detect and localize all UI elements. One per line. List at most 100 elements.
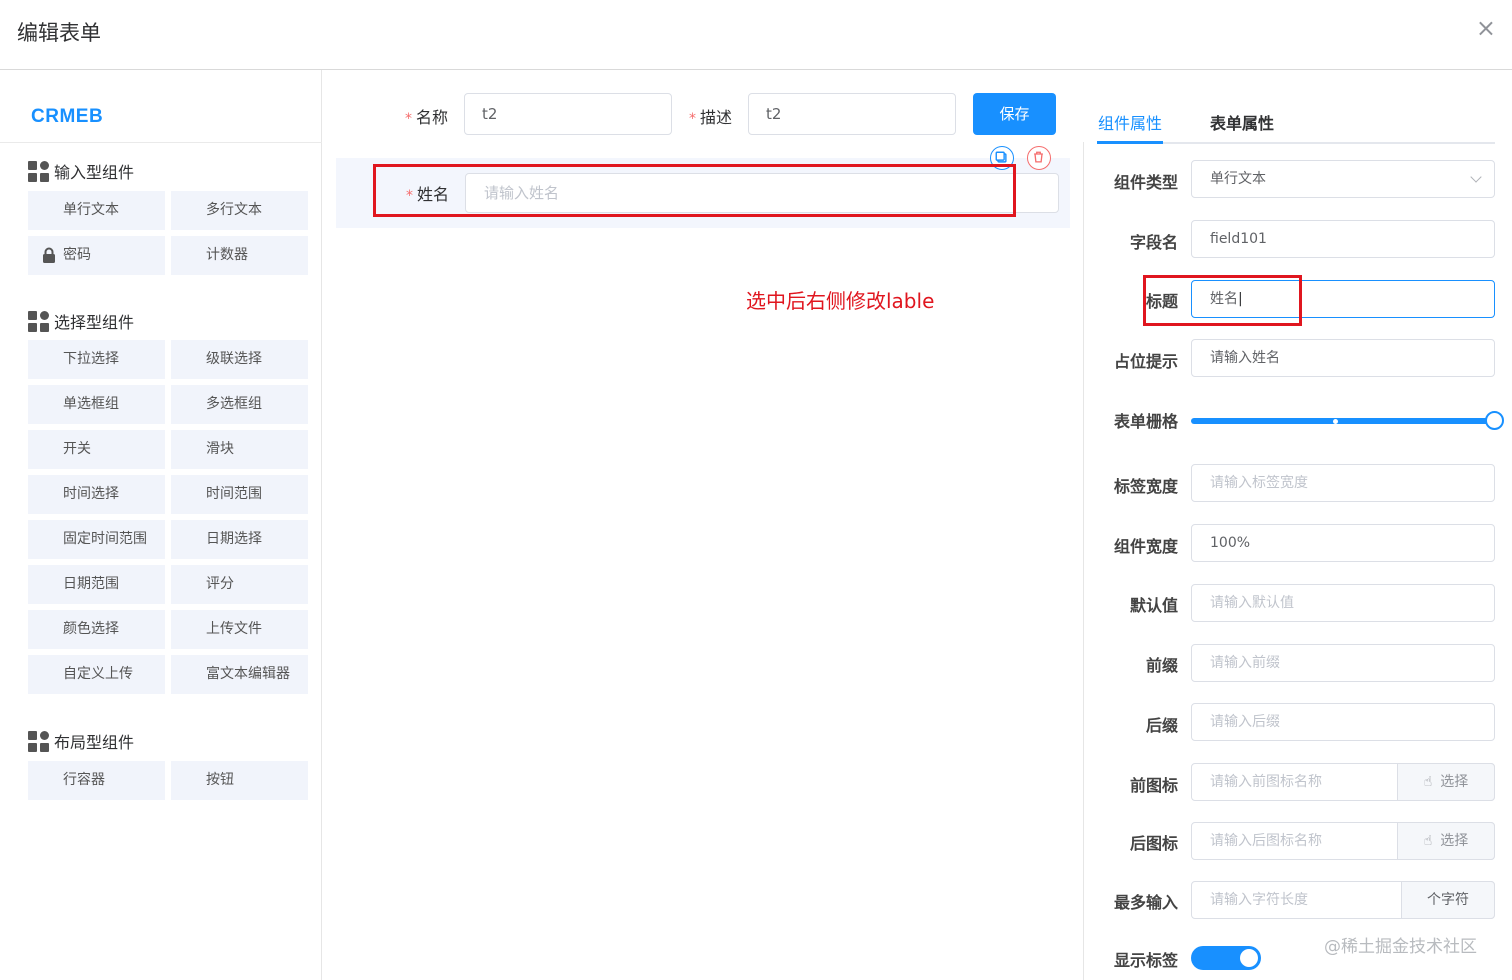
input-placeholder: 请输入后图标名称	[1210, 833, 1322, 849]
component-item[interactable]: 富文本编辑器	[171, 655, 308, 694]
component-item-password[interactable]: 密码	[28, 236, 165, 275]
field-name-input[interactable]: field101	[1191, 220, 1495, 258]
grid-icon	[28, 160, 49, 182]
component-item[interactable]: 下拉选择	[28, 340, 165, 379]
group-title-label: 输入型组件	[54, 163, 135, 182]
hand-icon: ☝	[1423, 833, 1433, 849]
grid-slider-track[interactable]	[1191, 418, 1492, 424]
component-item[interactable]: 时间选择	[28, 475, 165, 514]
prop-label-comp-width: 组件宽度	[1113, 537, 1178, 556]
switch-knob	[1240, 949, 1258, 967]
placeholder-input[interactable]: 请输入姓名	[1191, 339, 1495, 377]
copy-icon[interactable]	[990, 146, 1014, 170]
logo: CRMEB	[31, 106, 104, 127]
component-item[interactable]: 滑块	[171, 430, 308, 469]
maxlength-unit: 个字符	[1401, 881, 1495, 919]
component-item[interactable]: 日期范围	[28, 565, 165, 604]
component-item[interactable]: 计数器	[171, 236, 308, 275]
component-item[interactable]: 按钮	[171, 761, 308, 800]
prop-label-show-label: 显示标签	[1113, 951, 1178, 970]
input-components: 单行文本 多行文本 密码 计数器	[28, 191, 308, 275]
chevron-down-icon	[1470, 171, 1482, 183]
field-label: * 姓名	[406, 185, 450, 204]
desc-label-text: 描述	[700, 108, 733, 127]
watermark: @稀土掘金技术社区	[1324, 937, 1477, 957]
dialog-header: 编辑表单 ×	[0, 0, 1512, 70]
prop-label-default: 默认值	[1129, 596, 1178, 615]
suffix-icon-input[interactable]: 请输入后图标名称 ☝ 选择	[1191, 822, 1495, 860]
prop-label-suffix: 后缀	[1145, 716, 1178, 735]
component-item[interactable]: 颜色选择	[28, 610, 165, 649]
title-input-value: 姓名	[1210, 291, 1238, 307]
form-canvas	[322, 142, 1084, 980]
component-item[interactable]: 日期选择	[171, 520, 308, 559]
field-preview-input[interactable]: 请输入姓名	[465, 173, 1059, 213]
show-label-switch[interactable]	[1191, 946, 1261, 970]
select-button-label: 选择	[1440, 774, 1469, 790]
select-value: 单行文本	[1210, 171, 1266, 187]
divider	[0, 142, 322, 143]
desc-input[interactable]: t2	[748, 93, 956, 135]
group-title-label: 选择型组件	[54, 313, 135, 332]
component-item[interactable]: 上传文件	[171, 610, 308, 649]
group-title-label: 布局型组件	[54, 733, 135, 752]
delete-icon[interactable]	[1027, 146, 1051, 170]
grid-icon	[28, 730, 49, 752]
component-item[interactable]: 固定时间范围	[28, 520, 165, 559]
prop-label-placeholder: 占位提示	[1113, 352, 1178, 371]
name-label: * 名称	[405, 108, 449, 127]
default-value-input[interactable]: 请输入默认值	[1191, 584, 1495, 622]
prop-label-prefix: 前缀	[1145, 656, 1178, 675]
lock-icon	[43, 247, 55, 263]
close-icon[interactable]: ×	[1476, 14, 1496, 42]
prop-label-suffix-icon: 后图标	[1129, 834, 1178, 853]
tab-active-indicator	[1097, 141, 1163, 144]
prefix-input[interactable]: 请输入前缀	[1191, 644, 1495, 682]
component-item[interactable]: 多行文本	[171, 191, 308, 230]
title-input[interactable]: 姓名|	[1191, 280, 1495, 318]
slider-stop	[1333, 419, 1338, 424]
name-input[interactable]: t2	[464, 93, 672, 135]
component-item[interactable]: 自定义上传	[28, 655, 165, 694]
layout-components: 行容器 按钮	[28, 761, 308, 800]
component-width-input[interactable]: 100%	[1191, 524, 1495, 562]
suffix-input[interactable]: 请输入后缀	[1191, 703, 1495, 741]
prefix-icon-input[interactable]: 请输入前图标名称 ☝ 选择	[1191, 763, 1495, 801]
component-item[interactable]: 行容器	[28, 761, 165, 800]
prop-label-maxlen: 最多输入	[1113, 893, 1178, 912]
grid-slider-handle[interactable]	[1485, 411, 1504, 430]
prop-label-field: 字段名	[1129, 233, 1178, 252]
desc-label: * 描述	[689, 108, 733, 127]
group-title-select: 选择型组件	[28, 309, 134, 333]
input-placeholder: 请输入前图标名称	[1210, 774, 1322, 790]
label-width-input[interactable]: 请输入标签宽度	[1191, 464, 1495, 502]
component-item[interactable]: 评分	[171, 565, 308, 604]
hand-icon: ☝	[1423, 774, 1433, 790]
prop-label-prefix-icon: 前图标	[1129, 776, 1178, 795]
grid-icon	[28, 310, 49, 332]
prop-label-label-width: 标签宽度	[1113, 477, 1178, 496]
dialog-title: 编辑表单	[17, 21, 101, 45]
group-title-layout: 布局型组件	[28, 729, 134, 753]
prop-label-type: 组件类型	[1113, 173, 1178, 192]
field-label-text: 姓名	[417, 185, 450, 204]
component-type-select[interactable]: 单行文本	[1191, 160, 1495, 198]
prop-label-grid: 表单栅格	[1113, 412, 1178, 431]
tab-component-props[interactable]: 组件属性	[1098, 110, 1162, 134]
component-item[interactable]: 多选框组	[171, 385, 308, 424]
component-item[interactable]: 单行文本	[28, 191, 165, 230]
component-item[interactable]: 单选框组	[28, 385, 165, 424]
group-title-input: 输入型组件	[28, 159, 134, 183]
edit-form-dialog: 编辑表单 × CRMEB 输入型组件 单行文本 多行文本 密码 计数器 选择型组…	[0, 0, 1512, 980]
prop-label-title: 标题	[1145, 292, 1178, 311]
component-item[interactable]: 开关	[28, 430, 165, 469]
suffix-icon-select-button[interactable]: ☝ 选择	[1397, 822, 1495, 860]
tab-form-props[interactable]: 表单属性	[1210, 110, 1274, 134]
save-button[interactable]: 保存	[973, 93, 1056, 135]
input-placeholder: 请输入字符长度	[1210, 892, 1308, 908]
name-label-text: 名称	[416, 108, 449, 127]
prefix-icon-select-button[interactable]: ☝ 选择	[1397, 763, 1495, 801]
component-item[interactable]: 时间范围	[171, 475, 308, 514]
component-item[interactable]: 级联选择	[171, 340, 308, 379]
maxlength-input[interactable]: 请输入字符长度 个字符	[1191, 881, 1495, 919]
